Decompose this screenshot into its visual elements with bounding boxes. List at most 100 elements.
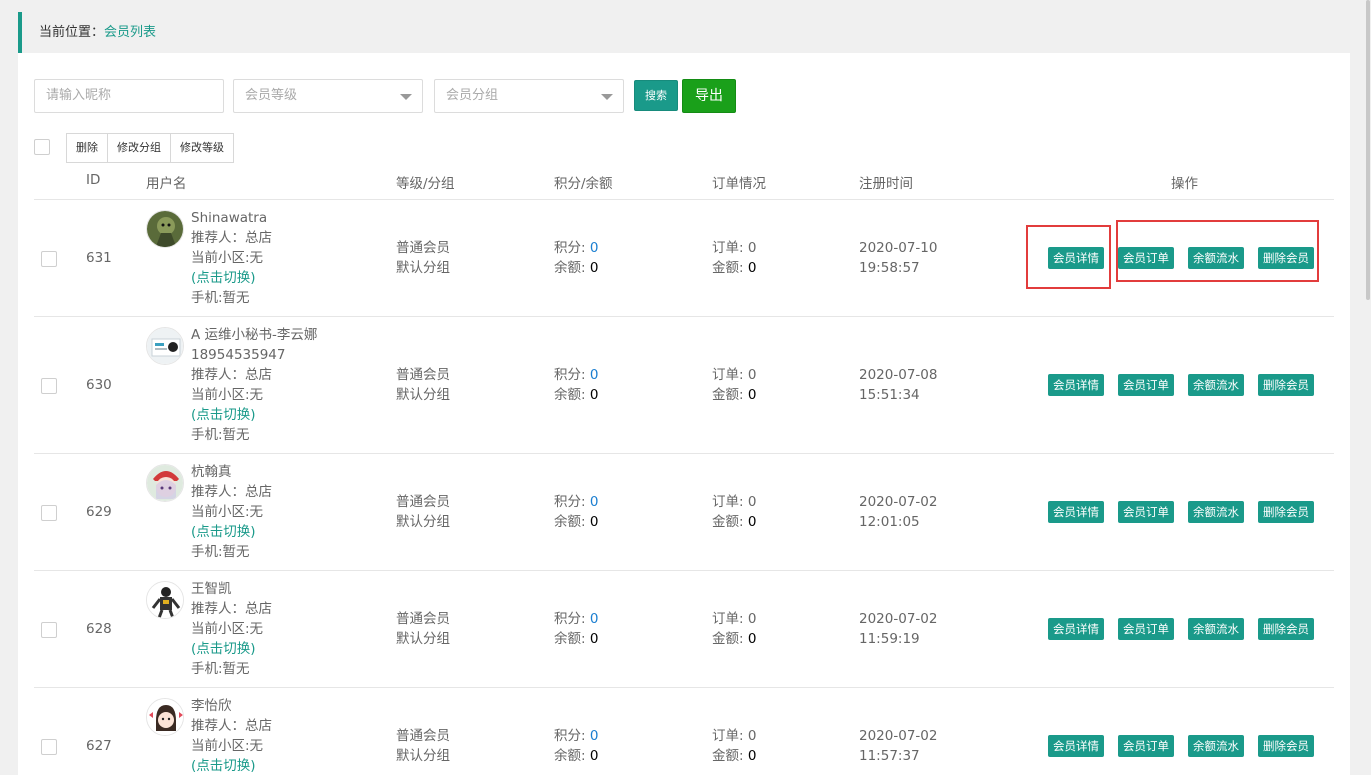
group-select[interactable]: 会员分组	[434, 79, 624, 113]
member-info: 李怡欣 推荐人：总店 当前小区:无 (点击切换)	[191, 696, 272, 775]
scrollbar-thumb[interactable]	[1366, 0, 1370, 300]
reg-time: 11:59:19	[859, 631, 920, 647]
member-list-panel: 请输入昵称 会员等级 会员分组 搜索 导出 删除 修改分组 修改等级 ID 用户…	[18, 53, 1350, 775]
switch-community-link[interactable]: (点击切换)	[191, 405, 317, 425]
order-amount-label: 金额:	[712, 748, 748, 764]
member-orders-button[interactable]: 会员订单	[1118, 735, 1174, 757]
page-scrollbar[interactable]	[1365, 0, 1371, 775]
delete-member-button[interactable]: 删除会员	[1258, 501, 1314, 523]
points-label: 积分:	[554, 367, 590, 383]
select-all-checkbox[interactable]	[34, 139, 50, 155]
level-select[interactable]: 会员等级	[233, 79, 423, 113]
col-header-username: 用户名	[146, 176, 187, 192]
level-select-label: 会员等级	[245, 88, 298, 103]
reg-date: 2020-07-08	[859, 367, 938, 383]
referrer-label: 推荐人：	[191, 601, 245, 617]
row-checkbox[interactable]	[41, 251, 57, 267]
nickname-search-input[interactable]: 请输入昵称	[34, 79, 224, 113]
member-info: 杭翰真 推荐人：总店 当前小区:无 (点击切换) 手机:暂无	[191, 462, 272, 562]
member-orders-button[interactable]: 会员订单	[1118, 618, 1174, 640]
reg-date: 2020-07-02	[859, 611, 938, 627]
member-phone: 手机:暂无	[191, 544, 250, 560]
member-detail-button[interactable]: 会员详情	[1048, 501, 1104, 523]
member-community: 当前小区:无	[191, 250, 264, 266]
switch-community-link[interactable]: (点击切换)	[191, 268, 272, 288]
breadcrumb-prefix: 当前位置：	[39, 25, 105, 40]
order-count-label: 订单:	[712, 367, 748, 383]
bulk-delete-button[interactable]: 删除	[67, 134, 108, 162]
row-checkbox[interactable]	[41, 378, 57, 394]
bulk-change-level-button[interactable]: 修改等级	[171, 134, 233, 162]
balance-flow-button[interactable]: 余额流水	[1188, 374, 1244, 396]
group-select-label: 会员分组	[446, 88, 499, 103]
balance-value: 0	[589, 260, 599, 276]
delete-member-button[interactable]: 删除会员	[1258, 618, 1314, 640]
member-info: A 运维小秘书-李云娜 18954535947 推荐人：总店 当前小区:无 (点…	[191, 325, 317, 445]
balance-label: 余额:	[554, 631, 590, 647]
balance-value: 0	[589, 514, 599, 530]
anime-girl-avatar	[146, 464, 184, 502]
points-value: 0	[589, 367, 599, 383]
member-name: 李怡欣	[191, 698, 232, 714]
row-checkbox[interactable]	[41, 622, 57, 638]
balance-flow-button[interactable]: 余额流水	[1188, 735, 1244, 757]
member-detail-button[interactable]: 会员详情	[1048, 618, 1104, 640]
points-label: 积分:	[554, 240, 590, 256]
balance-value: 0	[589, 748, 599, 764]
member-level-group: 普通会员 默认分组	[396, 609, 450, 649]
highlight-box-detail	[1026, 225, 1111, 289]
referrer-name: 总店	[245, 367, 272, 383]
balance-flow-button[interactable]: 余额流水	[1188, 618, 1244, 640]
member-level: 普通会员	[396, 728, 450, 744]
row-actions: 会员详情 会员订单 余额流水 删除会员	[1048, 374, 1314, 396]
member-orders-button[interactable]: 会员订单	[1118, 501, 1174, 523]
table-row: 630 A 运维小秘书-李云娜 18954535947 推荐人：总店 当前小区:…	[18, 317, 1350, 453]
balance-label: 余额:	[554, 260, 590, 276]
member-reg-time: 2020-07-10 19:58:57	[859, 238, 937, 278]
switch-community-link[interactable]: (点击切换)	[191, 639, 272, 659]
balance-flow-button[interactable]: 余额流水	[1188, 501, 1244, 523]
reg-date: 2020-07-10	[859, 240, 938, 256]
search-button[interactable]: 搜索	[634, 80, 678, 111]
points-label: 积分:	[554, 728, 590, 744]
balance-label: 余额:	[554, 387, 590, 403]
member-phone: 手机:暂无	[191, 290, 250, 306]
member-id: 629	[86, 504, 112, 520]
row-checkbox[interactable]	[41, 505, 57, 521]
export-button[interactable]: 导出	[682, 79, 736, 113]
order-count-value: 0	[747, 728, 757, 744]
col-header-level-group: 等级/分组	[396, 176, 455, 192]
member-phone: 手机:暂无	[191, 427, 250, 443]
member-level-group: 普通会员 默认分组	[396, 238, 450, 278]
chevron-down-icon	[400, 94, 412, 100]
delete-member-button[interactable]: 删除会员	[1258, 735, 1314, 757]
member-points-balance: 积分: 0 余额: 0	[554, 726, 598, 766]
col-header-id: ID	[86, 172, 101, 188]
member-orders-button[interactable]: 会员订单	[1118, 374, 1174, 396]
referrer-name: 总店	[245, 601, 272, 617]
order-count-label: 订单:	[712, 494, 748, 510]
order-count-label: 订单:	[712, 240, 748, 256]
bulk-change-group-button[interactable]: 修改分组	[108, 134, 171, 162]
member-phone-number: 18954535947	[191, 347, 286, 363]
member-name: 杭翰真	[191, 464, 232, 480]
referrer-name: 总店	[245, 484, 272, 500]
order-count-value: 0	[747, 611, 757, 627]
switch-community-link[interactable]: (点击切换)	[191, 522, 272, 542]
member-detail-button[interactable]: 会员详情	[1048, 374, 1104, 396]
row-checkbox[interactable]	[41, 739, 57, 755]
order-amount-label: 金额:	[712, 631, 748, 647]
order-amount-label: 金额:	[712, 260, 748, 276]
col-header-orders: 订单情况	[712, 176, 766, 192]
reg-time: 15:51:34	[859, 387, 920, 403]
member-id: 627	[86, 738, 112, 754]
member-reg-time: 2020-07-08 15:51:34	[859, 365, 937, 405]
member-detail-button[interactable]: 会员详情	[1048, 735, 1104, 757]
member-level: 普通会员	[396, 611, 450, 627]
points-value: 0	[589, 728, 599, 744]
breadcrumb-current[interactable]: 会员列表	[104, 25, 156, 40]
table-row: 629 杭翰真 推荐人：总店 当前小区:无 (点击切换) 手机:暂无 普通会员 …	[18, 454, 1350, 571]
row-actions: 会员详情 会员订单 余额流水 删除会员	[1048, 618, 1314, 640]
delete-member-button[interactable]: 删除会员	[1258, 374, 1314, 396]
switch-community-link[interactable]: (点击切换)	[191, 756, 272, 775]
